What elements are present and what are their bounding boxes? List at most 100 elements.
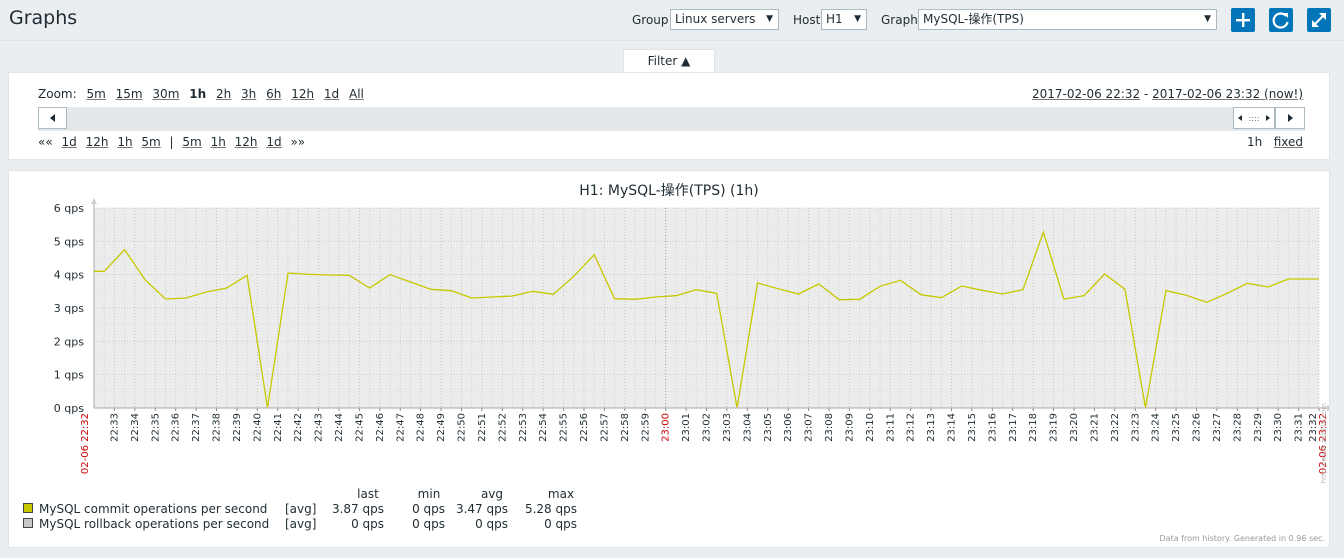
fullscreen-button[interactable] xyxy=(1307,8,1331,32)
scroll-left-button[interactable] xyxy=(38,107,67,129)
x-tick-label: 23:10 xyxy=(865,413,876,442)
group-label: Group xyxy=(632,13,669,27)
x-tick-label: 23:21 xyxy=(1089,413,1100,442)
nav-back-5m[interactable]: 5m xyxy=(141,135,160,149)
x-tick-label: 22:54 xyxy=(538,413,549,442)
x-tick-label: 22:43 xyxy=(314,413,325,442)
x-tick-label: 23:29 xyxy=(1253,413,1264,442)
x-tick-label: 23:01 xyxy=(681,413,692,442)
y-tick-label: 4 qps xyxy=(54,269,84,282)
x-tick-label: 23:16 xyxy=(987,413,998,442)
zoom-1d[interactable]: 1d xyxy=(324,87,339,101)
chevron-down-icon: ▼ xyxy=(1204,14,1211,24)
x-tick-label: 22:58 xyxy=(620,413,631,442)
zoom-12h[interactable]: 12h xyxy=(291,87,314,101)
chevron-down-icon: ▼ xyxy=(854,14,861,24)
scroll-handle[interactable]: :::: xyxy=(1233,107,1275,129)
legend-header-last: last xyxy=(357,487,379,501)
x-tick-label: 23:05 xyxy=(763,413,774,442)
scroll-right-button[interactable] xyxy=(1275,107,1305,129)
nav-fwd-12h[interactable]: 12h xyxy=(235,135,258,149)
graph-select[interactable]: MySQL-操作(TPS) ▼ xyxy=(918,9,1217,30)
x-tick-label: 23:30 xyxy=(1273,413,1284,442)
x-tick-label: 23:23 xyxy=(1130,413,1141,442)
legend-swatch xyxy=(23,503,33,513)
x-tick-label: 22:37 xyxy=(191,413,202,442)
x-tick-label: 22:57 xyxy=(599,413,610,442)
y-tick-label: 5 qps xyxy=(54,235,84,248)
legend-max: 5.28 qps xyxy=(524,502,577,516)
x-tick-label: 23:22 xyxy=(1110,413,1121,442)
nav-back-1h[interactable]: 1h xyxy=(117,135,132,149)
nav-fwd-all[interactable]: »» xyxy=(290,135,305,149)
x-tick-label: 23:12 xyxy=(906,413,917,442)
zoom-30m[interactable]: 30m xyxy=(152,87,179,101)
x-tick-label: 23:24 xyxy=(1151,413,1162,442)
x-tick-label: 23:27 xyxy=(1212,413,1223,442)
group-select-value: Linux servers xyxy=(675,12,756,26)
x-tick-label: 22:59 xyxy=(640,413,651,442)
nav-fwd-1h[interactable]: 1h xyxy=(211,135,226,149)
x-tick-label: 22:47 xyxy=(395,413,406,442)
host-select[interactable]: H1 ▼ xyxy=(821,9,867,30)
y-tick-label: 6 qps xyxy=(54,202,84,215)
x-tick-label: 22:39 xyxy=(232,413,243,442)
legend-min: 0 qps xyxy=(412,517,445,531)
legend-avg: 0 qps xyxy=(475,517,508,531)
period-navigation: «« 1d 12h 1h 5m | 5m 1h 12h 1d »» xyxy=(38,135,310,149)
zoom-1h-selected[interactable]: 1h xyxy=(189,87,206,101)
graph-footnote: Data from history. Generated in 0.96 sec… xyxy=(1159,534,1325,543)
zoom-all[interactable]: All xyxy=(349,87,364,101)
refresh-button[interactable] xyxy=(1269,8,1293,32)
x-tick-label: 23:02 xyxy=(702,413,713,442)
nav-back-12h[interactable]: 12h xyxy=(86,135,109,149)
x-tick-label: 22:49 xyxy=(436,413,447,442)
zoom-label: Zoom: xyxy=(38,87,77,101)
legend-header-avg: avg xyxy=(480,487,504,501)
y-tick-label: 3 qps xyxy=(54,302,84,315)
nav-fwd-1d[interactable]: 1d xyxy=(266,135,281,149)
group-select[interactable]: Linux servers ▼ xyxy=(670,9,779,30)
nav-back-all[interactable]: «« xyxy=(38,135,53,149)
date-from-link[interactable]: 2017-02-06 22:32 xyxy=(1032,87,1140,101)
x-tick-label: 23:19 xyxy=(1049,413,1060,442)
x-tick-label: 22:56 xyxy=(579,413,590,442)
date-to-link[interactable]: 2017-02-06 23:32 (now!) xyxy=(1152,87,1303,101)
x-tick-label: 22:52 xyxy=(497,413,508,442)
line-chart: H1: MySQL-操作(TPS) (1h) 22:33 22:34 22:35 22:… xyxy=(54,183,1329,483)
y-axis-arrow xyxy=(91,198,97,204)
filter-toggle-tab[interactable]: Filter ▲ xyxy=(623,49,715,73)
x-tick-label: 22:46 xyxy=(375,413,386,442)
zoom-3h[interactable]: 3h xyxy=(241,87,256,101)
x-tick-label: 23:18 xyxy=(1028,413,1039,442)
date-range: 2017-02-06 22:32 - 2017-02-06 23:32 (now… xyxy=(1032,87,1303,101)
x-tick-label: 22:40 xyxy=(252,413,263,442)
zoom-6h[interactable]: 6h xyxy=(266,87,281,101)
legend-series-name: MySQL commit operations per second xyxy=(39,502,268,516)
nav-back-1d[interactable]: 1d xyxy=(62,135,77,149)
x-tick-label: 23:07 xyxy=(804,413,815,442)
nav-separator: | xyxy=(169,135,174,149)
x-tick-label: 22:55 xyxy=(559,413,570,442)
legend-last: 3.87 qps xyxy=(331,502,384,516)
zoom-5m[interactable]: 5m xyxy=(86,87,105,101)
x-tick-label: 23:00 xyxy=(661,413,672,442)
x-tick-label: 22:45 xyxy=(354,413,365,442)
x-tick-label: 23:08 xyxy=(824,413,835,442)
refresh-icon xyxy=(1272,12,1289,29)
x-tick-label: 22:53 xyxy=(518,413,529,442)
nav-fwd-5m[interactable]: 5m xyxy=(182,135,201,149)
time-scrollbar[interactable]: :::: xyxy=(38,107,1305,131)
x-start-label: 02-06 22:32 xyxy=(80,413,91,474)
x-tick-label: 23:26 xyxy=(1192,413,1203,442)
x-tick-label: 23:28 xyxy=(1232,413,1243,442)
period-value: 1h xyxy=(1247,135,1263,149)
x-tick-label: 22:51 xyxy=(477,413,488,442)
add-to-favorites-button[interactable] xyxy=(1231,8,1255,32)
zoom-2h[interactable]: 2h xyxy=(216,87,231,101)
graph-label: Graph xyxy=(881,13,918,27)
fixed-toggle-link[interactable]: fixed xyxy=(1274,135,1303,149)
chart-title: H1: MySQL-操作(TPS) (1h) xyxy=(579,183,758,199)
zoom-15m[interactable]: 15m xyxy=(116,87,143,101)
legend-header-max: max xyxy=(547,487,575,501)
